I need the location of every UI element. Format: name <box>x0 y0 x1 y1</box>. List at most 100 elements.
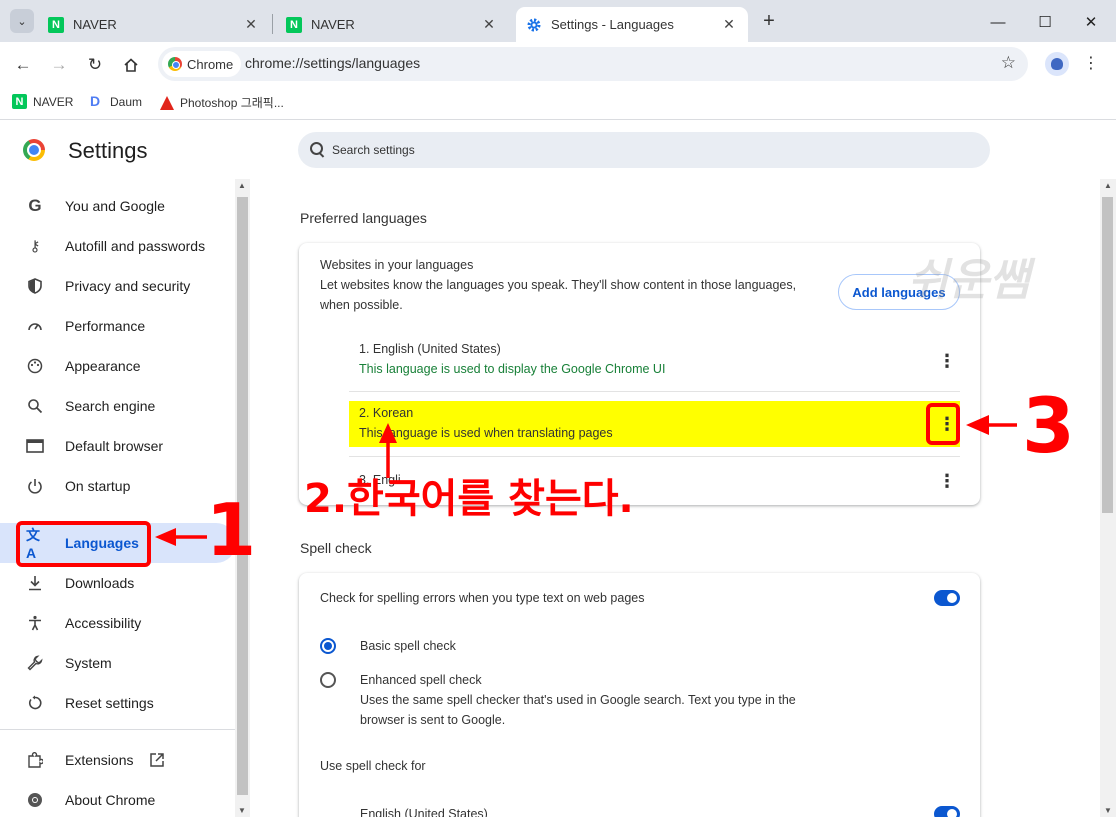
site-info-chip[interactable]: Chrome <box>162 51 242 77</box>
sidebar-item-appearance[interactable]: Appearance <box>0 346 236 386</box>
annotation-step-2: 2.한국어를 찾는다. <box>304 476 634 522</box>
sidebar-item-label: Performance <box>65 318 146 334</box>
close-icon[interactable]: ✕ <box>720 16 738 33</box>
sidebar-item-label: Appearance <box>65 358 141 374</box>
annotation-box-languages <box>16 521 151 567</box>
sidebar-item-performance[interactable]: Performance <box>0 306 236 346</box>
language-row-english: 1. English (United States) This language… <box>349 333 960 389</box>
tab-settings-languages[interactable]: Settings - Languages ✕ <box>516 7 748 42</box>
wrench-icon <box>26 654 44 672</box>
section-title-preferred: Preferred languages <box>300 210 427 226</box>
url-text: chrome://settings/languages <box>245 55 421 71</box>
sidebar-item-on-startup[interactable]: On startup <box>0 466 236 506</box>
sidebar-item-label: You and Google <box>65 198 165 214</box>
tab-title: Settings - Languages <box>551 17 674 32</box>
arrow-left-icon: ← <box>14 55 32 74</box>
close-window-button[interactable]: ✕ <box>1068 8 1114 36</box>
use-spell-check-for-label: Use spell check for <box>320 759 426 773</box>
reload-button[interactable]: ↻ <box>82 52 108 78</box>
sidebar-divider <box>0 729 236 730</box>
sidebar-item-label: Privacy and security <box>65 278 191 294</box>
sidebar-item-privacy[interactable]: Privacy and security <box>0 266 236 306</box>
maximize-button[interactable]: ☐ <box>1022 8 1068 36</box>
sidebar-item-label: On startup <box>65 478 131 494</box>
bookmark-label: Photoshop 그래픽... <box>180 96 284 110</box>
more-actions-icon[interactable]: ⋮ <box>938 349 956 373</box>
sidebar-item-you-and-google[interactable]: G You and Google <box>0 186 236 226</box>
row-divider <box>349 391 960 392</box>
chip-label: Chrome <box>187 56 234 72</box>
bookmark-photoshop[interactable]: Photoshop 그래픽... <box>160 94 284 111</box>
tab-naver-1[interactable]: N NAVER ✕ <box>38 7 270 42</box>
sidebar-item-about-chrome[interactable]: About Chrome <box>0 780 236 817</box>
sidebar-item-downloads[interactable]: Downloads <box>0 563 236 603</box>
scroll-up-icon[interactable]: ▲ <box>238 181 246 190</box>
avatar-icon <box>1051 58 1063 70</box>
card-description: when possible. <box>320 298 403 312</box>
browser-menu-button[interactable]: ⋮ <box>1083 52 1099 76</box>
more-actions-icon[interactable]: ⋮ <box>938 469 956 493</box>
sidebar-item-label: Reset settings <box>65 695 154 711</box>
profile-button[interactable] <box>1045 52 1069 76</box>
bookmark-star-icon[interactable]: ☆ <box>1001 53 1016 73</box>
forward-button[interactable]: → <box>46 52 72 78</box>
sidebar-item-accessibility[interactable]: Accessibility <box>0 603 236 643</box>
enhanced-spell-check-description: browser is sent to Google. <box>360 713 506 727</box>
palette-icon <box>26 357 44 375</box>
browser-window-icon <box>26 437 44 455</box>
settings-header: Settings <box>0 121 1116 179</box>
chrome-icon <box>26 791 44 809</box>
tab-title: NAVER <box>73 17 117 32</box>
minimize-button[interactable]: — <box>975 8 1021 36</box>
home-button[interactable] <box>118 52 144 78</box>
annotation-step-1: 1 <box>206 488 257 572</box>
card-description: Let websites know the languages you spea… <box>320 278 797 292</box>
close-icon[interactable]: ✕ <box>480 16 498 33</box>
sidebar-item-extensions[interactable]: Extensions <box>0 740 236 780</box>
scrollbar-thumb[interactable] <box>1102 197 1113 513</box>
basic-spell-check-radio[interactable] <box>320 638 336 654</box>
language-name: 2. Korean <box>359 406 414 420</box>
sidebar-item-label: Search engine <box>65 398 156 414</box>
reload-icon: ↻ <box>87 55 103 74</box>
scroll-down-icon[interactable]: ▼ <box>1104 806 1112 815</box>
bookmark-naver[interactable]: N NAVER <box>12 94 73 109</box>
main-scrollbar[interactable]: ▲ ▼ <box>1100 179 1116 817</box>
watermark: 쉬운쌤 <box>908 255 1030 306</box>
puzzle-icon <box>26 751 44 769</box>
sidebar-item-label: Autofill and passwords <box>65 238 206 254</box>
enhanced-spell-check-radio[interactable] <box>320 672 336 688</box>
sidebar-item-reset-settings[interactable]: Reset settings <box>0 683 236 723</box>
spell-check-toggle[interactable] <box>934 590 960 606</box>
search-icon <box>310 142 326 158</box>
enhanced-spell-check-label: Enhanced spell check <box>360 673 482 687</box>
sidebar-item-default-browser[interactable]: Default browser <box>0 426 236 466</box>
tab-title: NAVER <box>311 17 355 32</box>
search-settings-input[interactable] <box>332 143 932 157</box>
language-note: This language is used when translating p… <box>359 426 613 440</box>
annotation-step-3: 3 <box>1022 381 1075 470</box>
external-link-icon <box>149 752 165 771</box>
search-settings-box[interactable] <box>298 132 990 168</box>
address-bar[interactable]: Chrome chrome://settings/languages ☆ <box>158 47 1028 81</box>
close-icon[interactable]: ✕ <box>242 16 260 33</box>
sidebar-item-label: Default browser <box>65 438 164 454</box>
title-bar: ⌄ N NAVER ✕ N NAVER ✕ Settings - Languag… <box>0 0 1116 42</box>
speedometer-icon <box>26 317 44 335</box>
bookmark-label: NAVER <box>33 94 74 109</box>
back-button[interactable]: ← <box>10 52 36 78</box>
spell-check-label: Check for spelling errors when you type … <box>320 591 645 605</box>
sidebar-item-search-engine[interactable]: Search engine <box>0 386 236 426</box>
sidebar-item-autofill[interactable]: ⚷ Autofill and passwords <box>0 226 236 266</box>
scroll-up-icon[interactable]: ▲ <box>1104 181 1112 190</box>
scroll-down-icon[interactable]: ▼ <box>238 806 246 815</box>
power-icon <box>26 477 44 495</box>
gear-icon <box>527 18 541 31</box>
bookmark-daum[interactable]: Daum <box>89 93 142 109</box>
tab-naver-2[interactable]: N NAVER ✕ <box>276 7 508 42</box>
tab-search-button[interactable]: ⌄ <box>10 9 34 33</box>
spell-check-language-toggle[interactable] <box>934 806 960 817</box>
sidebar-item-label: Accessibility <box>65 615 142 631</box>
sidebar-item-system[interactable]: System <box>0 643 236 683</box>
new-tab-button[interactable]: + <box>757 10 781 34</box>
